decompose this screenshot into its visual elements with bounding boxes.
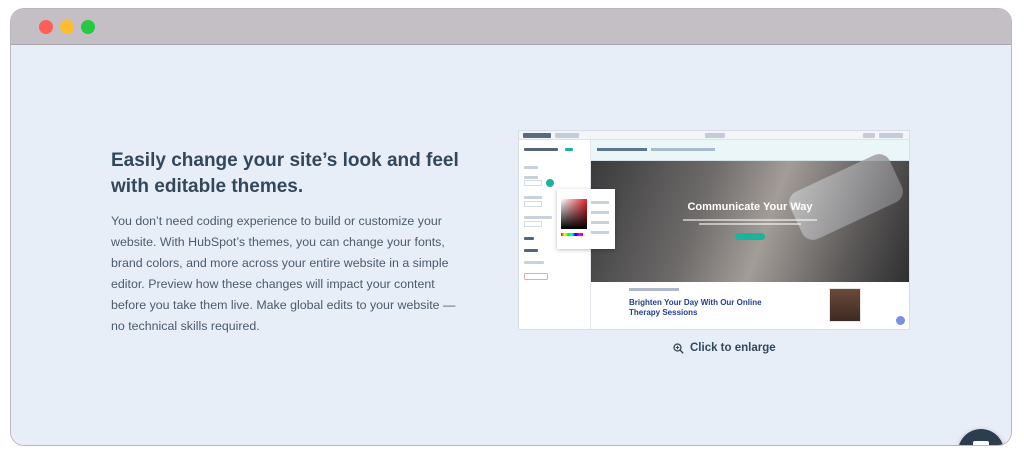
- minimize-window-button[interactable]: [60, 20, 74, 34]
- page-content: Easily change your site’s look and feel …: [11, 45, 1011, 445]
- preview-notice-bar: [591, 140, 909, 161]
- window-titlebar: [11, 9, 1011, 45]
- chat-widget-button[interactable]: [958, 429, 1004, 445]
- section-body-text: You don’t need coding experience to buil…: [111, 214, 456, 333]
- maximize-window-button[interactable]: [81, 20, 95, 34]
- preview-chat-icon: [896, 316, 905, 325]
- preview-hero-button: [735, 233, 765, 240]
- therapist-photo: [829, 288, 861, 322]
- preview-hero-image: Communicate Your Way: [591, 150, 909, 282]
- phone-illustration: [785, 150, 907, 244]
- close-window-button[interactable]: [39, 20, 53, 34]
- click-to-enlarge-label: Click to enlarge: [690, 342, 776, 354]
- preview-kicker: [629, 288, 679, 291]
- click-to-enlarge-link[interactable]: Click to enlarge: [673, 342, 776, 354]
- hue-slider: [561, 233, 583, 236]
- preview-hero-title: Communicate Your Way: [687, 201, 813, 213]
- browser-window: Easily change your site’s look and feel …: [10, 8, 1012, 446]
- theme-editor-screenshot[interactable]: Communicate Your Way Brighten Your Day W…: [518, 130, 910, 330]
- color-gradient: [561, 199, 587, 229]
- chat-bubble-icon: [970, 439, 992, 445]
- zoom-in-icon: [673, 342, 684, 354]
- preview-lower-title: Brighten Your Day With Our Online Therap…: [629, 298, 762, 317]
- preview-lower-section: Brighten Your Day With Our Online Therap…: [591, 282, 909, 329]
- color-picker-popup: [557, 189, 615, 249]
- preview-toolbar: [519, 131, 909, 140]
- section-headline: Easily change your site’s look and feel …: [111, 150, 459, 197]
